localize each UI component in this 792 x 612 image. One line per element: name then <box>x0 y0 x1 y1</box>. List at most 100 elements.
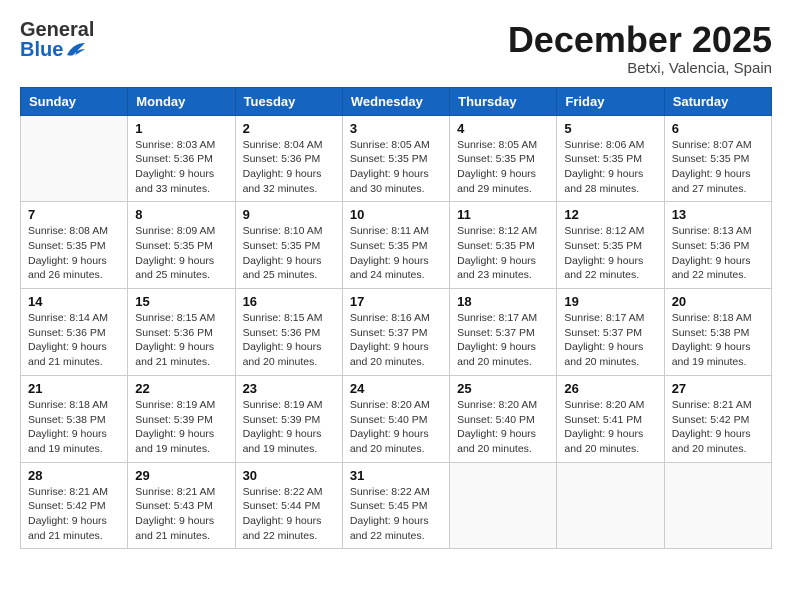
calendar-cell: 26 Sunrise: 8:20 AMSunset: 5:41 PMDaylig… <box>557 375 664 462</box>
weekday-header-monday: Monday <box>128 87 235 115</box>
day-number: 14 <box>28 294 120 309</box>
calendar-cell: 28 Sunrise: 8:21 AMSunset: 5:42 PMDaylig… <box>21 462 128 549</box>
calendar-cell: 5 Sunrise: 8:06 AMSunset: 5:35 PMDayligh… <box>557 115 664 202</box>
calendar-cell: 7 Sunrise: 8:08 AMSunset: 5:35 PMDayligh… <box>21 202 128 289</box>
weekday-header-wednesday: Wednesday <box>342 87 449 115</box>
weekday-header-thursday: Thursday <box>450 87 557 115</box>
day-number: 20 <box>672 294 764 309</box>
day-number: 31 <box>350 468 442 483</box>
calendar-week-row: 7 Sunrise: 8:08 AMSunset: 5:35 PMDayligh… <box>21 202 772 289</box>
day-number: 28 <box>28 468 120 483</box>
day-number: 2 <box>243 121 335 136</box>
calendar-cell: 23 Sunrise: 8:19 AMSunset: 5:39 PMDaylig… <box>235 375 342 462</box>
calendar-table: SundayMondayTuesdayWednesdayThursdayFrid… <box>20 87 772 550</box>
day-info: Sunrise: 8:17 AMSunset: 5:37 PMDaylight:… <box>457 311 549 370</box>
weekday-header-saturday: Saturday <box>664 87 771 115</box>
day-number: 30 <box>243 468 335 483</box>
day-info: Sunrise: 8:08 AMSunset: 5:35 PMDaylight:… <box>28 224 120 283</box>
calendar-cell: 30 Sunrise: 8:22 AMSunset: 5:44 PMDaylig… <box>235 462 342 549</box>
day-number: 4 <box>457 121 549 136</box>
weekday-header-sunday: Sunday <box>21 87 128 115</box>
day-info: Sunrise: 8:05 AMSunset: 5:35 PMDaylight:… <box>457 138 549 197</box>
weekday-header-row: SundayMondayTuesdayWednesdayThursdayFrid… <box>21 87 772 115</box>
day-info: Sunrise: 8:10 AMSunset: 5:35 PMDaylight:… <box>243 224 335 283</box>
day-number: 6 <box>672 121 764 136</box>
day-info: Sunrise: 8:20 AMSunset: 5:40 PMDaylight:… <box>350 398 442 457</box>
day-number: 16 <box>243 294 335 309</box>
day-number: 15 <box>135 294 227 309</box>
calendar-cell: 16 Sunrise: 8:15 AMSunset: 5:36 PMDaylig… <box>235 289 342 376</box>
calendar-cell: 1 Sunrise: 8:03 AMSunset: 5:36 PMDayligh… <box>128 115 235 202</box>
day-info: Sunrise: 8:05 AMSunset: 5:35 PMDaylight:… <box>350 138 442 197</box>
day-number: 8 <box>135 207 227 222</box>
day-info: Sunrise: 8:07 AMSunset: 5:35 PMDaylight:… <box>672 138 764 197</box>
day-number: 18 <box>457 294 549 309</box>
day-number: 17 <box>350 294 442 309</box>
day-info: Sunrise: 8:11 AMSunset: 5:35 PMDaylight:… <box>350 224 442 283</box>
day-info: Sunrise: 8:19 AMSunset: 5:39 PMDaylight:… <box>243 398 335 457</box>
calendar-cell: 10 Sunrise: 8:11 AMSunset: 5:35 PMDaylig… <box>342 202 449 289</box>
logo-general: General <box>20 20 94 40</box>
day-number: 23 <box>243 381 335 396</box>
calendar-cell: 15 Sunrise: 8:15 AMSunset: 5:36 PMDaylig… <box>128 289 235 376</box>
calendar-cell: 19 Sunrise: 8:17 AMSunset: 5:37 PMDaylig… <box>557 289 664 376</box>
page-header: General Blue December 2025 Betxi, Valenc… <box>20 20 772 77</box>
day-info: Sunrise: 8:22 AMSunset: 5:44 PMDaylight:… <box>243 485 335 544</box>
day-number: 11 <box>457 207 549 222</box>
day-info: Sunrise: 8:09 AMSunset: 5:35 PMDaylight:… <box>135 224 227 283</box>
calendar-cell: 29 Sunrise: 8:21 AMSunset: 5:43 PMDaylig… <box>128 462 235 549</box>
day-number: 10 <box>350 207 442 222</box>
day-info: Sunrise: 8:06 AMSunset: 5:35 PMDaylight:… <box>564 138 656 197</box>
day-number: 12 <box>564 207 656 222</box>
day-number: 21 <box>28 381 120 396</box>
calendar-cell: 6 Sunrise: 8:07 AMSunset: 5:35 PMDayligh… <box>664 115 771 202</box>
calendar-week-row: 14 Sunrise: 8:14 AMSunset: 5:36 PMDaylig… <box>21 289 772 376</box>
day-info: Sunrise: 8:17 AMSunset: 5:37 PMDaylight:… <box>564 311 656 370</box>
day-number: 13 <box>672 207 764 222</box>
day-number: 27 <box>672 381 764 396</box>
day-info: Sunrise: 8:21 AMSunset: 5:43 PMDaylight:… <box>135 485 227 544</box>
day-info: Sunrise: 8:03 AMSunset: 5:36 PMDaylight:… <box>135 138 227 197</box>
day-number: 29 <box>135 468 227 483</box>
calendar-cell: 27 Sunrise: 8:21 AMSunset: 5:42 PMDaylig… <box>664 375 771 462</box>
day-info: Sunrise: 8:21 AMSunset: 5:42 PMDaylight:… <box>28 485 120 544</box>
day-info: Sunrise: 8:21 AMSunset: 5:42 PMDaylight:… <box>672 398 764 457</box>
calendar-cell <box>21 115 128 202</box>
calendar-cell: 3 Sunrise: 8:05 AMSunset: 5:35 PMDayligh… <box>342 115 449 202</box>
day-info: Sunrise: 8:22 AMSunset: 5:45 PMDaylight:… <box>350 485 442 544</box>
day-number: 9 <box>243 207 335 222</box>
calendar-cell: 11 Sunrise: 8:12 AMSunset: 5:35 PMDaylig… <box>450 202 557 289</box>
day-info: Sunrise: 8:19 AMSunset: 5:39 PMDaylight:… <box>135 398 227 457</box>
calendar-cell: 12 Sunrise: 8:12 AMSunset: 5:35 PMDaylig… <box>557 202 664 289</box>
calendar-cell: 31 Sunrise: 8:22 AMSunset: 5:45 PMDaylig… <box>342 462 449 549</box>
calendar-cell: 2 Sunrise: 8:04 AMSunset: 5:36 PMDayligh… <box>235 115 342 202</box>
calendar-cell: 21 Sunrise: 8:18 AMSunset: 5:38 PMDaylig… <box>21 375 128 462</box>
calendar-cell: 24 Sunrise: 8:20 AMSunset: 5:40 PMDaylig… <box>342 375 449 462</box>
day-number: 25 <box>457 381 549 396</box>
calendar-cell: 22 Sunrise: 8:19 AMSunset: 5:39 PMDaylig… <box>128 375 235 462</box>
day-number: 7 <box>28 207 120 222</box>
day-number: 5 <box>564 121 656 136</box>
day-number: 1 <box>135 121 227 136</box>
calendar-cell: 20 Sunrise: 8:18 AMSunset: 5:38 PMDaylig… <box>664 289 771 376</box>
day-info: Sunrise: 8:04 AMSunset: 5:36 PMDaylight:… <box>243 138 335 197</box>
calendar-cell: 18 Sunrise: 8:17 AMSunset: 5:37 PMDaylig… <box>450 289 557 376</box>
calendar-cell: 17 Sunrise: 8:16 AMSunset: 5:37 PMDaylig… <box>342 289 449 376</box>
calendar-week-row: 1 Sunrise: 8:03 AMSunset: 5:36 PMDayligh… <box>21 115 772 202</box>
weekday-header-friday: Friday <box>557 87 664 115</box>
day-info: Sunrise: 8:20 AMSunset: 5:40 PMDaylight:… <box>457 398 549 457</box>
calendar-cell: 13 Sunrise: 8:13 AMSunset: 5:36 PMDaylig… <box>664 202 771 289</box>
logo-blue: Blue <box>20 40 63 60</box>
day-info: Sunrise: 8:12 AMSunset: 5:35 PMDaylight:… <box>457 224 549 283</box>
day-number: 22 <box>135 381 227 396</box>
title-block: December 2025 Betxi, Valencia, Spain <box>508 20 772 77</box>
calendar-cell: 8 Sunrise: 8:09 AMSunset: 5:35 PMDayligh… <box>128 202 235 289</box>
calendar-cell: 14 Sunrise: 8:14 AMSunset: 5:36 PMDaylig… <box>21 289 128 376</box>
day-number: 3 <box>350 121 442 136</box>
day-info: Sunrise: 8:18 AMSunset: 5:38 PMDaylight:… <box>28 398 120 457</box>
calendar-cell: 4 Sunrise: 8:05 AMSunset: 5:35 PMDayligh… <box>450 115 557 202</box>
calendar-cell <box>450 462 557 549</box>
day-info: Sunrise: 8:14 AMSunset: 5:36 PMDaylight:… <box>28 311 120 370</box>
month-title: December 2025 <box>508 20 772 60</box>
logo: General Blue <box>20 20 94 60</box>
